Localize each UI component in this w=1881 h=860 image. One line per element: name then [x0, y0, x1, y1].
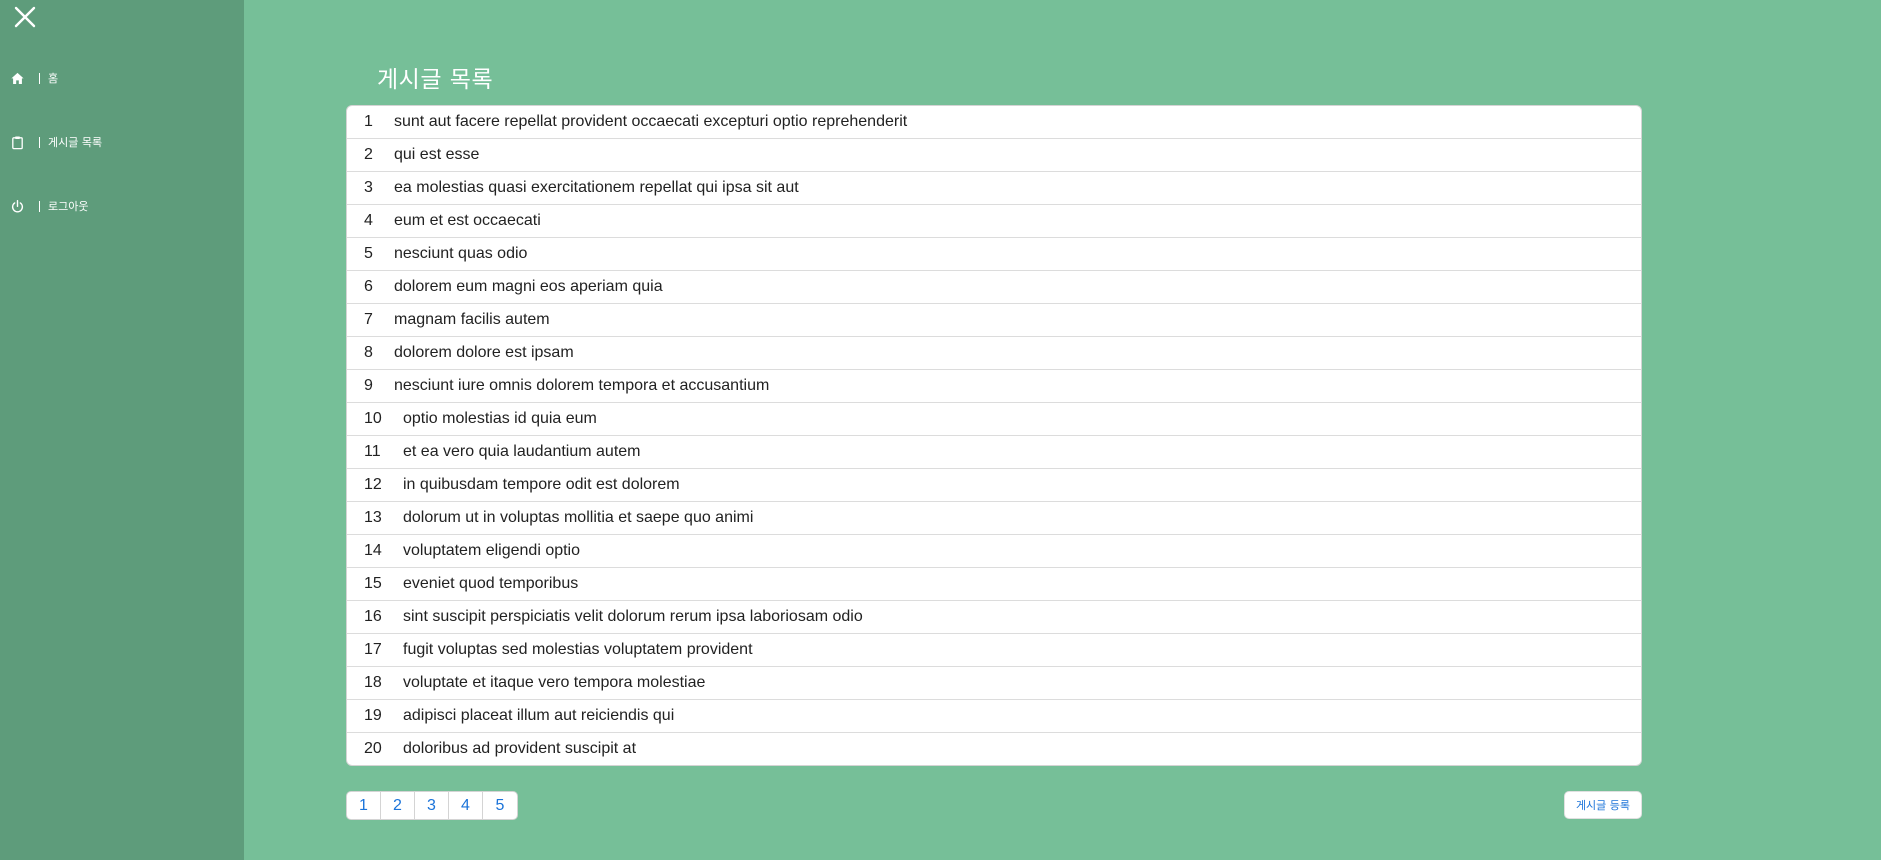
sidebar-item-home[interactable]: 홈	[10, 68, 58, 88]
list-item[interactable]: 5 nesciunt quas odio	[347, 238, 1641, 271]
list-item[interactable]: 16 sint suscipit perspiciatis velit dolor…	[347, 601, 1641, 634]
list-item[interactable]: 15 eveniet quod temporibus	[347, 568, 1641, 601]
list-item[interactable]: 20 doloribus ad provident suscipit at	[347, 733, 1641, 765]
post-title: dolorem dolore est ipsam	[394, 344, 574, 361]
list-item[interactable]: 1 sunt aut facere repellat provident occa…	[347, 106, 1641, 139]
post-title: fugit voluptas sed molestias voluptatem …	[403, 641, 753, 658]
post-id: 3	[364, 179, 373, 196]
list-item[interactable]: 4 eum et est occaecati	[347, 205, 1641, 238]
separator	[39, 200, 40, 212]
sidebar: 홈 게시글 목록 로그아웃	[0, 0, 244, 860]
post-title: eum et est occaecati	[394, 212, 541, 229]
post-id: 8	[364, 344, 373, 361]
separator	[39, 72, 40, 84]
home-icon	[10, 71, 25, 86]
list-item[interactable]: 2 qui est esse	[347, 139, 1641, 172]
page-button[interactable]: 2	[381, 792, 415, 819]
post-title: adipisci placeat illum aut reiciendis qu…	[403, 707, 675, 724]
post-id: 18	[364, 674, 382, 691]
list-item[interactable]: 3 ea molestias quasi exercitationem repel…	[347, 172, 1641, 205]
post-id: 4	[364, 212, 373, 229]
post-title: ea molestias quasi exercitationem repell…	[394, 179, 799, 196]
post-title: et ea vero quia laudantium autem	[403, 443, 641, 460]
page-button[interactable]: 5	[483, 792, 517, 819]
list-item[interactable]: 6 dolorem eum magni eos aperiam quia	[347, 271, 1641, 304]
list-item[interactable]: 8 dolorem dolore est ipsam	[347, 337, 1641, 370]
power-icon	[10, 199, 25, 214]
write-post-button[interactable]: 게시글 등록	[1564, 791, 1642, 819]
page-button[interactable]: 4	[449, 792, 483, 819]
post-id: 19	[364, 707, 382, 724]
list-item[interactable]: 12 in quibusdam tempore odit est dolorem	[347, 469, 1641, 502]
sidebar-item-posts[interactable]: 게시글 목록	[10, 132, 102, 152]
page-button[interactable]: 1	[347, 792, 381, 819]
post-title: voluptate et itaque vero tempora molesti…	[403, 674, 706, 691]
list-item[interactable]: 11 et ea vero quia laudantium autem	[347, 436, 1641, 469]
post-id: 14	[364, 542, 382, 559]
separator	[39, 136, 40, 148]
sidebar-item-label: 홈	[48, 72, 59, 85]
post-id: 9	[364, 377, 373, 394]
list-item[interactable]: 19 adipisci placeat illum aut reiciendis …	[347, 700, 1641, 733]
post-id: 17	[364, 641, 382, 658]
page-button[interactable]: 3	[415, 792, 449, 819]
post-title: optio molestias id quia eum	[403, 410, 597, 427]
post-id: 10	[364, 410, 382, 427]
post-id: 6	[364, 278, 373, 295]
post-title: nesciunt quas odio	[394, 245, 528, 262]
post-list: 1 sunt aut facere repellat provident occa…	[346, 105, 1642, 766]
sidebar-item-label: 게시글 목록	[48, 136, 103, 149]
clipboard-icon	[10, 135, 25, 150]
post-title: magnam facilis autem	[394, 311, 550, 328]
post-id: 7	[364, 311, 373, 328]
list-item[interactable]: 17 fugit voluptas sed molestias voluptate…	[347, 634, 1641, 667]
post-id: 2	[364, 146, 373, 163]
post-title: doloribus ad provident suscipit at	[403, 740, 637, 757]
post-id: 15	[364, 575, 382, 592]
post-id: 16	[364, 608, 382, 625]
post-title: dolorem eum magni eos aperiam quia	[394, 278, 663, 295]
post-id: 11	[364, 443, 381, 460]
list-item[interactable]: 10 optio molestias id quia eum	[347, 403, 1641, 436]
list-item[interactable]: 7 magnam facilis autem	[347, 304, 1641, 337]
post-title: voluptatem eligendi optio	[403, 542, 581, 559]
post-id: 20	[364, 740, 382, 757]
post-id: 1	[364, 113, 373, 130]
post-title: dolorum ut in voluptas mollitia et saepe…	[403, 509, 754, 526]
list-item[interactable]: 14 voluptatem eligendi optio	[347, 535, 1641, 568]
post-title: qui est esse	[394, 146, 480, 163]
list-item[interactable]: 18 voluptate et itaque vero tempora moles…	[347, 667, 1641, 700]
sidebar-item-label: 로그아웃	[48, 200, 89, 213]
sidebar-item-logout[interactable]: 로그아웃	[10, 196, 88, 216]
pagination: 1 2 3 4 5	[346, 791, 518, 820]
post-id: 5	[364, 245, 373, 262]
close-icon[interactable]	[12, 4, 38, 30]
post-title: eveniet quod temporibus	[403, 575, 579, 592]
post-title: sint suscipit perspiciatis velit dolorum…	[403, 608, 863, 625]
post-id: 13	[364, 509, 382, 526]
post-title: in quibusdam tempore odit est dolorem	[403, 476, 680, 493]
post-title: nesciunt iure omnis dolorem tempora et a…	[394, 377, 770, 394]
post-id: 12	[364, 476, 382, 493]
page-title: 게시글 목록	[377, 67, 494, 93]
post-title: sunt aut facere repellat provident occae…	[394, 113, 908, 130]
list-item[interactable]: 13 dolorum ut in voluptas mollitia et sae…	[347, 502, 1641, 535]
list-item[interactable]: 9 nesciunt iure omnis dolorem tempora et …	[347, 370, 1641, 403]
